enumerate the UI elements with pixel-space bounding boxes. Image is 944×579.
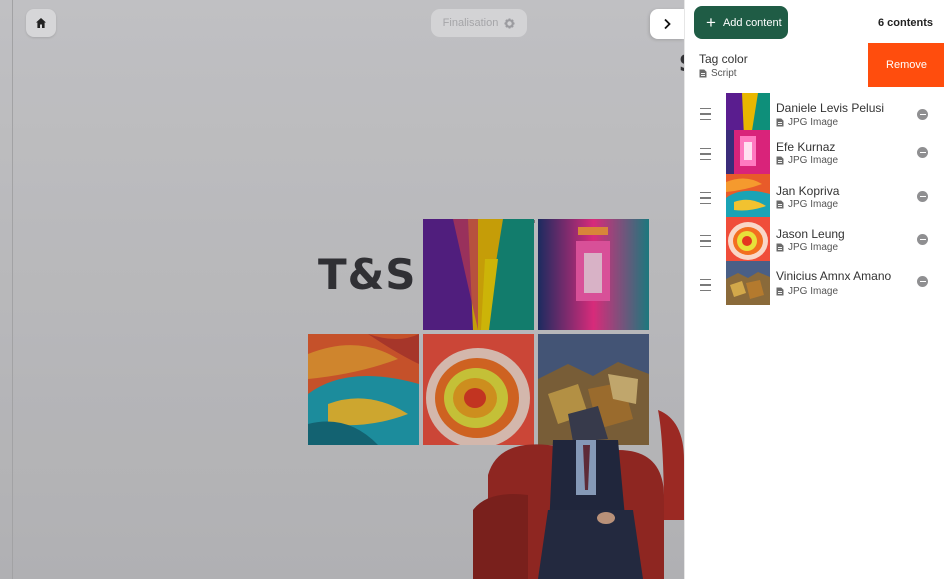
remove-item-icon[interactable] bbox=[917, 191, 928, 202]
gear-icon bbox=[504, 17, 515, 29]
image-file-icon bbox=[776, 118, 784, 127]
item-type: JPG Image bbox=[776, 242, 838, 253]
item-title: Tag color bbox=[699, 52, 748, 66]
content-panel: + Add content 6 contents Tag color Scrip… bbox=[684, 0, 944, 579]
remove-item-icon[interactable] bbox=[917, 109, 928, 120]
drag-handle-icon[interactable] bbox=[700, 108, 711, 120]
remove-button[interactable]: Remove bbox=[868, 43, 944, 87]
item-title: Daniele Levis Pelusi bbox=[776, 101, 885, 115]
item-title: Jan Kopriva bbox=[776, 184, 840, 198]
plus-icon: + bbox=[706, 12, 716, 32]
preview-stage: T&S Finalisation bbox=[0, 0, 684, 579]
thumbnail bbox=[726, 130, 770, 174]
image-file-icon bbox=[776, 156, 784, 165]
list-item[interactable]: Vinicius Amnx Amano JPG Image bbox=[685, 261, 944, 305]
item-type: JPG Image bbox=[776, 199, 838, 210]
item-title: Jason Leung bbox=[776, 227, 845, 241]
image-file-icon bbox=[776, 200, 784, 209]
item-type-label: Script bbox=[711, 68, 737, 79]
list-item[interactable]: Jason Leung JPG Image bbox=[685, 217, 944, 261]
home-button[interactable] bbox=[26, 9, 56, 37]
collapse-panel-button[interactable] bbox=[650, 9, 684, 39]
add-content-button[interactable]: + Add content bbox=[694, 6, 788, 39]
thumbnail bbox=[726, 174, 770, 218]
list-item[interactable]: Efe Kurnaz JPG Image bbox=[685, 130, 944, 174]
finalisation-label: Finalisation bbox=[442, 17, 499, 29]
item-type: JPG Image bbox=[776, 155, 838, 166]
item-title: Efe Kurnaz bbox=[776, 140, 836, 154]
chevron-right-icon bbox=[664, 18, 671, 30]
thumbnail bbox=[726, 261, 770, 305]
add-content-label: Add content bbox=[722, 16, 782, 29]
content-count: 6 contents bbox=[877, 17, 933, 29]
remove-item-icon[interactable] bbox=[917, 234, 928, 245]
item-type-label: JPG Image bbox=[788, 242, 839, 253]
item-type: Script bbox=[699, 68, 737, 79]
item-title: Vinicius Amnx Amano bbox=[776, 269, 892, 283]
item-type-label: JPG Image bbox=[788, 155, 839, 166]
item-type-label: JPG Image bbox=[788, 117, 839, 128]
drag-handle-icon[interactable] bbox=[700, 279, 711, 291]
list-item-swiped[interactable]: Tag color Script Remove bbox=[685, 43, 944, 87]
drag-handle-icon[interactable] bbox=[700, 192, 711, 204]
item-type: JPG Image bbox=[776, 117, 838, 128]
file-icon bbox=[699, 69, 707, 78]
home-icon bbox=[36, 18, 46, 28]
item-type-label: JPG Image bbox=[788, 286, 839, 297]
remove-item-icon[interactable] bbox=[917, 147, 928, 158]
item-type-label: JPG Image bbox=[788, 199, 839, 210]
image-file-icon bbox=[776, 243, 784, 252]
remove-item-icon[interactable] bbox=[917, 276, 928, 287]
item-type: JPG Image bbox=[776, 286, 838, 297]
panel-overlay-shade bbox=[0, 0, 684, 579]
finalisation-button[interactable]: Finalisation bbox=[431, 9, 527, 37]
image-file-icon bbox=[776, 287, 784, 296]
list-item[interactable]: Jan Kopriva JPG Image bbox=[685, 174, 944, 218]
drag-handle-icon[interactable] bbox=[700, 148, 711, 160]
thumbnail bbox=[726, 217, 770, 261]
drag-handle-icon[interactable] bbox=[700, 235, 711, 247]
